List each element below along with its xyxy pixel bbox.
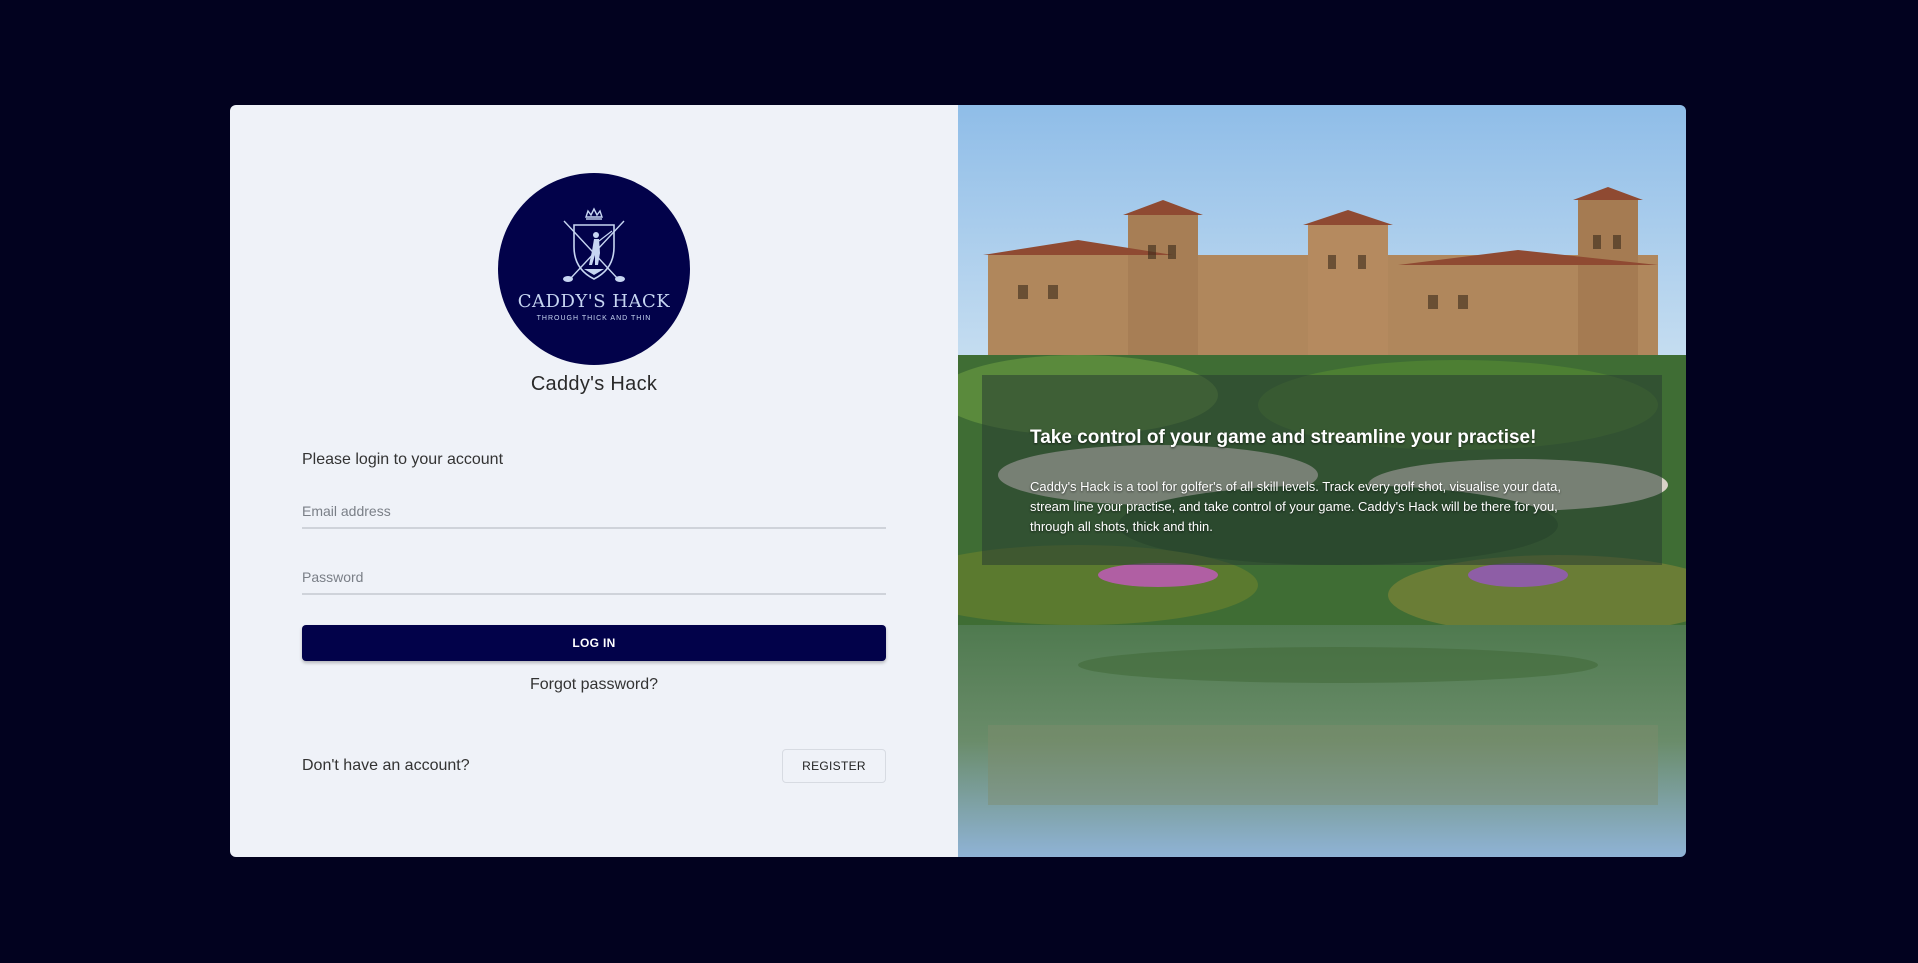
login-button[interactable]: LOG IN [302, 625, 886, 661]
login-card: CADDY'S HACK THROUGH THICK AND THIN Cadd… [230, 105, 1686, 857]
brand-logo: CADDY'S HACK THROUGH THICK AND THIN [498, 173, 690, 365]
no-account-label: Don't have an account? [302, 757, 470, 774]
logo-wordmark: CADDY'S HACK [517, 291, 671, 312]
login-prompt: Please login to your account [302, 451, 504, 468]
golfer-crest-icon [563, 207, 625, 282]
password-field[interactable] [302, 565, 886, 595]
promo-panel: Take control of your game and streamline… [958, 105, 1686, 857]
forgot-password-link[interactable]: Forgot password? [230, 676, 958, 694]
login-panel: CADDY'S HACK THROUGH THICK AND THIN Cadd… [230, 105, 958, 857]
promo-description: Caddy's Hack is a tool for golfer's of a… [1030, 479, 1561, 534]
promo-headline: Take control of your game and streamline… [1030, 427, 1537, 448]
email-field[interactable] [302, 499, 886, 529]
logo-tagline: THROUGH THICK AND THIN [536, 315, 652, 322]
register-button[interactable]: REGISTER [782, 749, 886, 783]
brand-name: Caddy's Hack [530, 373, 658, 395]
